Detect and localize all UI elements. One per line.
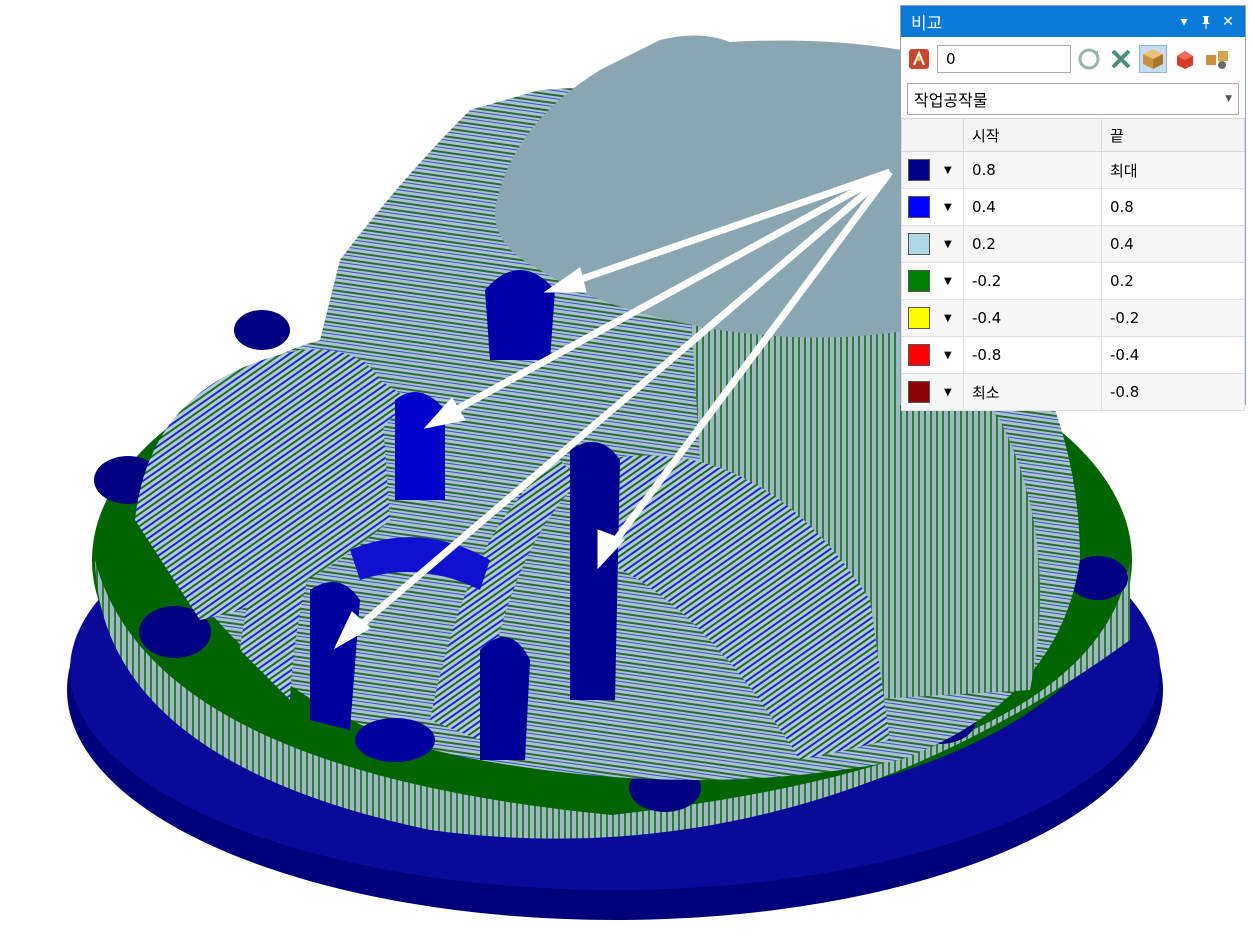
range-start[interactable]: 0.2 <box>963 225 1102 263</box>
range-start[interactable]: -0.2 <box>963 262 1102 300</box>
color-dropdown-icon[interactable]: ▼ <box>944 350 952 361</box>
color-dropdown-icon[interactable]: ▼ <box>944 387 952 398</box>
range-end[interactable]: 최대 <box>1101 151 1245 189</box>
column-header-color <box>901 118 964 152</box>
compare-settings-icon[interactable] <box>1203 45 1231 73</box>
range-start[interactable]: -0.8 <box>963 336 1102 374</box>
color-cell[interactable]: ▼ <box>901 299 964 337</box>
table-row[interactable]: ▼ 0.2 0.4 <box>901 225 1245 263</box>
color-swatch[interactable] <box>908 233 930 255</box>
color-range-table: 시작 끝 ▼ 0.8 최대 ▼ 0.4 0.8 ▼ 0.2 0.4 ▼ -0.2 0.2 ▼ -0.4 -0… <box>901 118 1245 411</box>
range-start[interactable]: 0.4 <box>963 188 1102 226</box>
color-dropdown-icon[interactable]: ▼ <box>944 313 952 324</box>
pocket <box>480 637 530 760</box>
table-row[interactable]: ▼ -0.2 0.2 <box>901 262 1245 300</box>
table-row[interactable]: ▼ 최소 -0.8 <box>901 373 1245 411</box>
range-end[interactable]: -0.2 <box>1101 299 1245 337</box>
color-cell[interactable]: ▼ <box>901 373 964 411</box>
color-dropdown-icon[interactable]: ▼ <box>944 165 952 176</box>
range-end[interactable]: -0.4 <box>1101 336 1245 374</box>
compare-panel: 비교 ▾ ✕ 작업공작물 ▼ <box>900 5 1246 411</box>
panel-title: 비교 <box>911 14 943 34</box>
color-dropdown-icon[interactable]: ▼ <box>944 202 952 213</box>
color-swatch[interactable] <box>908 159 930 181</box>
table-row[interactable]: ▼ -0.8 -0.4 <box>901 336 1245 374</box>
table-row[interactable]: ▼ 0.4 0.8 <box>901 188 1245 226</box>
dropdown-icon[interactable]: ▾ <box>1173 11 1195 33</box>
gauge-icon[interactable] <box>905 45 933 73</box>
color-cell[interactable]: ▼ <box>901 225 964 263</box>
color-swatch[interactable] <box>908 307 930 329</box>
range-start[interactable]: -0.4 <box>963 299 1102 337</box>
source-select[interactable]: 작업공작물 ▼ <box>907 83 1239 115</box>
range-end[interactable]: 0.4 <box>1101 225 1245 263</box>
table-header: 시작 끝 <box>901 118 1245 152</box>
panel-titlebar[interactable]: 비교 ▾ ✕ <box>901 6 1245 37</box>
column-header-start: 시작 <box>963 118 1102 152</box>
pin-icon[interactable] <box>1195 11 1217 33</box>
chevron-down-icon: ▼ <box>1225 94 1232 104</box>
stock-box-icon[interactable] <box>1139 45 1167 73</box>
range-end[interactable]: -0.8 <box>1101 373 1245 411</box>
pocket <box>395 392 445 500</box>
color-cell[interactable]: ▼ <box>901 262 964 300</box>
color-cell[interactable]: ▼ <box>901 188 964 226</box>
color-dropdown-icon[interactable]: ▼ <box>944 276 952 287</box>
clear-icon[interactable] <box>1107 45 1135 73</box>
color-swatch[interactable] <box>908 344 930 366</box>
table-row[interactable]: ▼ 0.8 최대 <box>901 151 1245 189</box>
range-end[interactable]: 0.8 <box>1101 188 1245 226</box>
color-dropdown-icon[interactable]: ▼ <box>944 239 952 250</box>
range-end[interactable]: 0.2 <box>1101 262 1245 300</box>
model-icon[interactable] <box>1171 45 1199 73</box>
panel-toolbar <box>901 39 1245 79</box>
color-swatch[interactable] <box>908 196 930 218</box>
bolt-hole <box>234 310 290 350</box>
range-start[interactable]: 최소 <box>963 373 1102 411</box>
column-header-end: 끝 <box>1101 118 1245 152</box>
tolerance-input[interactable] <box>937 45 1071 73</box>
color-cell[interactable]: ▼ <box>901 336 964 374</box>
color-cell[interactable]: ▼ <box>901 151 964 189</box>
range-start[interactable]: 0.8 <box>963 151 1102 189</box>
pocket <box>485 270 555 360</box>
refresh-icon[interactable] <box>1075 45 1103 73</box>
close-icon[interactable]: ✕ <box>1217 11 1239 33</box>
table-row[interactable]: ▼ -0.4 -0.2 <box>901 299 1245 337</box>
color-swatch[interactable] <box>908 270 930 292</box>
color-swatch[interactable] <box>908 381 930 403</box>
source-select-value: 작업공작물 <box>914 91 988 110</box>
pocket <box>570 442 620 700</box>
